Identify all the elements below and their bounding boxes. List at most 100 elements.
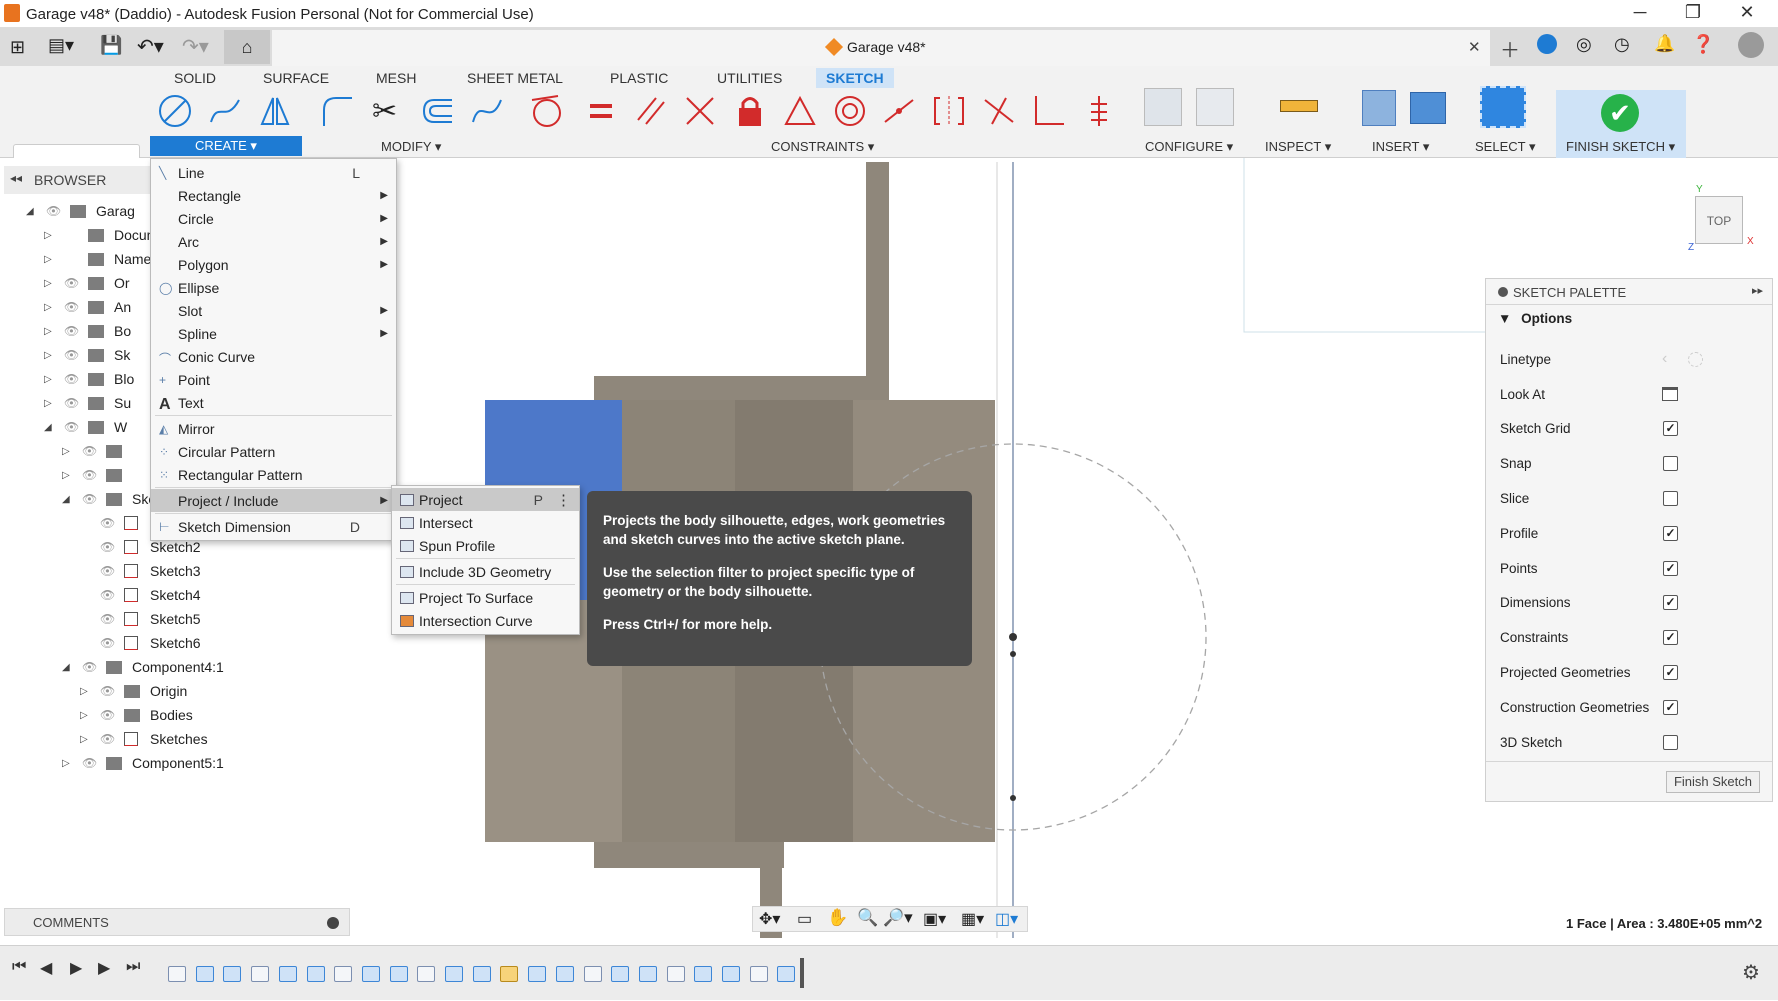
browser-row[interactable]: 👁 Sketch6 (4, 631, 350, 655)
visibility-eye-icon[interactable]: 👁 (82, 468, 106, 482)
palette-checkbox[interactable]: ✓ (1663, 560, 1678, 576)
palette-header[interactable]: SKETCH PALETTE ▸▸ (1486, 279, 1772, 305)
browser-row[interactable]: ◢ 👁 Component4:1 (4, 655, 350, 679)
parallel-constraint-icon[interactable] (634, 94, 668, 128)
expand-caret-icon[interactable]: ▷ (44, 278, 60, 289)
timeline-feature-icon[interactable] (638, 966, 657, 982)
expand-caret-icon[interactable]: ◢ (26, 206, 42, 217)
notifications-bell-icon[interactable]: 🔔 (1654, 34, 1675, 54)
visibility-eye-icon[interactable]: 👁 (64, 300, 88, 314)
timeline-feature-icon[interactable] (361, 966, 380, 982)
visibility-eye-icon[interactable]: 👁 (64, 396, 88, 410)
palette-checkbox[interactable] (1663, 456, 1678, 472)
create-menu-item[interactable]: ⁙ Rectangular Pattern (151, 463, 396, 486)
visibility-eye-icon[interactable]: 👁 (64, 324, 88, 338)
timeline-sketch-icon[interactable] (251, 966, 270, 982)
timeline-sketch-icon[interactable] (500, 966, 519, 982)
timeline-feature-icon[interactable] (223, 966, 242, 982)
minimize-button[interactable]: ─ (1620, 2, 1660, 23)
timeline-end-icon[interactable]: ⏭ (126, 958, 140, 976)
concentric-constraint-icon[interactable] (833, 94, 867, 128)
equal-constraint-icon[interactable] (584, 94, 618, 128)
expand-caret-icon[interactable]: ▷ (80, 710, 96, 721)
timeline-feature-icon[interactable] (389, 966, 408, 982)
timeline-feature-icon[interactable] (611, 966, 630, 982)
timeline-feature-icon[interactable] (528, 966, 547, 982)
timeline-feature-icon[interactable] (306, 966, 325, 982)
timeline-settings-gear-icon[interactable]: ⚙ (1742, 960, 1760, 985)
select-group-button[interactable]: SELECT ▾ (1475, 139, 1535, 155)
grid-settings-icon[interactable]: ▦▾ (961, 909, 984, 929)
browser-row[interactable]: ▷ 👁 Component5:1 (4, 751, 350, 775)
palette-checkbox[interactable]: ✓ (1663, 699, 1678, 715)
close-tab-button[interactable]: ✕ (1468, 38, 1481, 56)
spline-tool-icon[interactable] (208, 94, 242, 128)
timeline-forward-icon[interactable]: ▶ (98, 958, 110, 978)
expand-caret-icon[interactable]: ▷ (44, 302, 60, 313)
expand-caret-icon[interactable]: ◢ (44, 422, 60, 433)
palette-checkbox[interactable] (1663, 491, 1678, 507)
expand-caret-icon[interactable]: ▷ (44, 398, 60, 409)
browser-row[interactable]: 👁 Sketch5 (4, 607, 350, 631)
home-icon[interactable]: ⌂ (224, 30, 270, 64)
create-menu-item[interactable]: ⌒ Conic Curve (151, 345, 396, 368)
project-submenu-item[interactable]: Project To Surface (392, 586, 579, 609)
project-submenu-item[interactable]: Project P ⋮ (392, 488, 579, 511)
coincident-constraint-icon[interactable] (982, 94, 1016, 128)
user-avatar[interactable] (1738, 32, 1764, 58)
triangle-constraint-icon[interactable] (783, 94, 817, 128)
expand-caret-icon[interactable]: ▷ (80, 734, 96, 745)
timeline-feature-icon[interactable] (722, 966, 740, 982)
look-at-icon[interactable]: ▭ (797, 909, 812, 929)
expand-caret-icon[interactable]: ▷ (44, 230, 60, 241)
mirror-tool-icon[interactable] (258, 94, 292, 128)
finish-sketch-group-button[interactable]: FINISH SKETCH ▾ (1566, 139, 1675, 155)
timeline-play-icon[interactable]: ▶ (70, 958, 82, 978)
visibility-eye-icon[interactable]: 👁 (82, 492, 106, 506)
fillet-tool-icon[interactable] (320, 94, 354, 128)
help-icon[interactable]: ❓ (1692, 34, 1714, 55)
create-menu-item[interactable]: ⁘ Circular Pattern (151, 440, 396, 463)
cloud-upload-icon[interactable] (1537, 34, 1557, 54)
timeline-sketch-icon[interactable] (749, 966, 768, 982)
visibility-eye-icon[interactable]: 👁 (100, 636, 124, 650)
look-at-calendar-icon[interactable] (1662, 387, 1678, 402)
browser-row[interactable]: ▷ 👁 Origin (4, 679, 350, 703)
expand-caret-icon[interactable]: ◢ (62, 494, 78, 505)
tab-solid[interactable]: SOLID (174, 70, 216, 86)
timeline-sketch-icon[interactable] (334, 966, 353, 982)
modify-group-button[interactable]: MODIFY ▾ (381, 139, 441, 155)
create-menu-item[interactable]: ╲ Line L (151, 161, 396, 184)
trim-tool-icon[interactable]: ✂ (372, 94, 406, 128)
browser-row[interactable]: 👁 Sketch4 (4, 583, 350, 607)
project-submenu-item[interactable]: Spun Profile (392, 534, 579, 557)
palette-checkbox[interactable]: ✓ (1663, 630, 1678, 646)
horizontal-vertical-constraint-icon[interactable] (1032, 94, 1066, 128)
configure-parameters-icon[interactable] (1144, 88, 1182, 126)
palette-checkbox[interactable]: ✓ (1663, 525, 1678, 541)
project-submenu-item[interactable]: Intersect (392, 511, 579, 534)
create-menu-item[interactable]: Slot ▶ (151, 299, 396, 322)
expand-caret-icon[interactable]: ▷ (62, 758, 78, 769)
redo-icon[interactable]: ↷▾ (182, 34, 209, 59)
visibility-eye-icon[interactable]: 👁 (82, 444, 106, 458)
timeline-feature-icon[interactable] (555, 966, 574, 982)
viewcube[interactable]: TOP (1695, 196, 1743, 244)
expand-caret-icon[interactable]: ◢ (62, 662, 78, 673)
offset-tool-icon[interactable] (420, 94, 454, 128)
expand-caret-icon[interactable]: ▷ (44, 326, 60, 337)
create-menu-item[interactable]: Polygon ▶ (151, 253, 396, 276)
insert-group-button[interactable]: INSERT ▾ (1372, 139, 1429, 155)
timeline-feature-icon[interactable] (472, 966, 491, 982)
palette-options-section[interactable]: ▼ Options (1498, 311, 1572, 326)
finish-sketch-button[interactable]: Finish Sketch (1666, 771, 1760, 793)
visibility-eye-icon[interactable]: 👁 (100, 612, 124, 626)
orbit-icon[interactable]: ✥▾ (759, 909, 780, 929)
insert-image-icon[interactable] (1410, 92, 1446, 124)
timeline-sketch-icon[interactable] (666, 966, 685, 982)
expand-caret-icon[interactable]: ▷ (44, 374, 60, 385)
timeline-feature-icon[interactable] (445, 966, 463, 982)
new-tab-icon[interactable]: ＋ (1500, 34, 1520, 63)
palette-checkbox[interactable]: ✓ (1663, 595, 1678, 611)
timeline-feature-icon[interactable] (278, 966, 297, 982)
